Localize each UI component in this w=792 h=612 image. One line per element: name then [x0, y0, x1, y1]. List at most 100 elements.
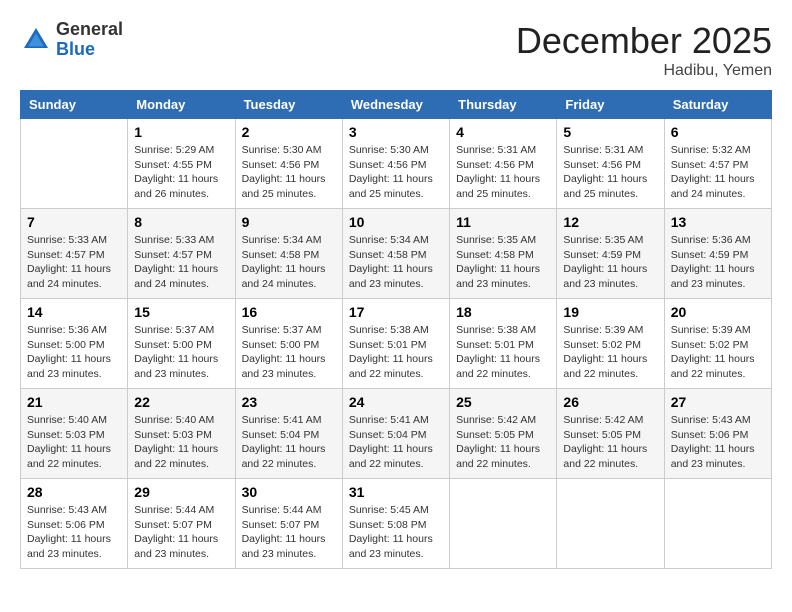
day-number: 1 — [134, 124, 228, 140]
calendar-cell — [21, 119, 128, 209]
calendar-cell: 28 Sunrise: 5:43 AMSunset: 5:06 PMDayligh… — [21, 479, 128, 569]
day-number: 2 — [242, 124, 336, 140]
day-number: 28 — [27, 484, 121, 500]
day-number: 23 — [242, 394, 336, 410]
day-number: 8 — [134, 214, 228, 230]
day-number: 25 — [456, 394, 550, 410]
col-monday: Monday — [128, 91, 235, 119]
calendar-cell: 7 Sunrise: 5:33 AMSunset: 4:57 PMDaylight… — [21, 209, 128, 299]
page-container: General Blue December 2025 Hadibu, Yemen… — [20, 20, 772, 569]
col-thursday: Thursday — [450, 91, 557, 119]
day-info: Sunrise: 5:31 AMSunset: 4:56 PMDaylight:… — [563, 143, 657, 202]
col-friday: Friday — [557, 91, 664, 119]
day-info: Sunrise: 5:39 AMSunset: 5:02 PMDaylight:… — [563, 323, 657, 382]
calendar-cell: 9Sunrise: 5:34 AMSunset: 4:58 PMDaylight… — [235, 209, 342, 299]
day-info: Sunrise: 5:33 AMSunset: 4:57 PMDaylight:… — [27, 233, 121, 292]
day-number: 18 — [456, 304, 550, 320]
calendar-cell: 10 Sunrise: 5:34 AMSunset: 4:58 PMDayligh… — [342, 209, 449, 299]
header: General Blue December 2025 Hadibu, Yemen — [20, 20, 772, 80]
calendar-cell: 19 Sunrise: 5:39 AMSunset: 5:02 PMDayligh… — [557, 299, 664, 389]
day-info: Sunrise: 5:38 AMSunset: 5:01 PMDaylight:… — [456, 323, 550, 382]
day-number: 21 — [27, 394, 121, 410]
day-number: 12 — [563, 214, 657, 230]
day-info: Sunrise: 5:44 AMSunset: 5:07 PMDaylight:… — [242, 503, 336, 562]
calendar-cell: 31Sunrise: 5:45 AMSunset: 5:08 PMDayligh… — [342, 479, 449, 569]
calendar-cell: 29Sunrise: 5:44 AMSunset: 5:07 PMDayligh… — [128, 479, 235, 569]
day-number: 17 — [349, 304, 443, 320]
calendar-week-row: 14 Sunrise: 5:36 AMSunset: 5:00 PMDayligh… — [21, 299, 772, 389]
calendar-cell: 22 Sunrise: 5:40 AMSunset: 5:03 PMDayligh… — [128, 389, 235, 479]
calendar-cell: 11Sunrise: 5:35 AMSunset: 4:58 PMDayligh… — [450, 209, 557, 299]
day-info: Sunrise: 5:42 AMSunset: 5:05 PMDaylight:… — [456, 413, 550, 472]
col-wednesday: Wednesday — [342, 91, 449, 119]
day-number: 10 — [349, 214, 443, 230]
calendar-cell: 30 Sunrise: 5:44 AMSunset: 5:07 PMDayligh… — [235, 479, 342, 569]
calendar-week-row: 7 Sunrise: 5:33 AMSunset: 4:57 PMDaylight… — [21, 209, 772, 299]
calendar-cell: 14 Sunrise: 5:36 AMSunset: 5:00 PMDayligh… — [21, 299, 128, 389]
calendar-cell — [557, 479, 664, 569]
month-title: December 2025 — [516, 20, 772, 62]
calendar-body: 1 Sunrise: 5:29 AMSunset: 4:55 PMDaylight… — [21, 119, 772, 569]
calendar-cell: 5 Sunrise: 5:31 AMSunset: 4:56 PMDaylight… — [557, 119, 664, 209]
calendar-cell: 20Sunrise: 5:39 AMSunset: 5:02 PMDayligh… — [664, 299, 771, 389]
calendar-cell: 2Sunrise: 5:30 AMSunset: 4:56 PMDaylight… — [235, 119, 342, 209]
calendar-cell: 15Sunrise: 5:37 AMSunset: 5:00 PMDayligh… — [128, 299, 235, 389]
logo-general-text: General — [56, 19, 123, 39]
day-info: Sunrise: 5:45 AMSunset: 5:08 PMDaylight:… — [349, 503, 443, 562]
day-number: 6 — [671, 124, 765, 140]
location: Hadibu, Yemen — [516, 62, 772, 80]
day-number: 14 — [27, 304, 121, 320]
day-info: Sunrise: 5:41 AMSunset: 5:04 PMDaylight:… — [349, 413, 443, 472]
calendar-week-row: 1 Sunrise: 5:29 AMSunset: 4:55 PMDaylight… — [21, 119, 772, 209]
calendar-cell: 12 Sunrise: 5:35 AMSunset: 4:59 PMDayligh… — [557, 209, 664, 299]
calendar-cell: 26Sunrise: 5:42 AMSunset: 5:05 PMDayligh… — [557, 389, 664, 479]
day-number: 20 — [671, 304, 765, 320]
day-number: 30 — [242, 484, 336, 500]
col-saturday: Saturday — [664, 91, 771, 119]
day-info: Sunrise: 5:43 AMSunset: 5:06 PMDaylight:… — [27, 503, 121, 562]
calendar-week-row: 28 Sunrise: 5:43 AMSunset: 5:06 PMDayligh… — [21, 479, 772, 569]
calendar-cell — [664, 479, 771, 569]
calendar-cell: 24 Sunrise: 5:41 AMSunset: 5:04 PMDayligh… — [342, 389, 449, 479]
calendar-table: Sunday Monday Tuesday Wednesday Thursday… — [20, 90, 772, 569]
day-info: Sunrise: 5:35 AMSunset: 4:59 PMDaylight:… — [563, 233, 657, 292]
day-number: 7 — [27, 214, 121, 230]
day-number: 15 — [134, 304, 228, 320]
day-info: Sunrise: 5:40 AMSunset: 5:03 PMDaylight:… — [134, 413, 228, 472]
calendar-cell: 21 Sunrise: 5:40 AMSunset: 5:03 PMDayligh… — [21, 389, 128, 479]
logo: General Blue — [20, 20, 123, 60]
calendar-cell: 8 Sunrise: 5:33 AMSunset: 4:57 PMDaylight… — [128, 209, 235, 299]
calendar-cell: 4 Sunrise: 5:31 AMSunset: 4:56 PMDaylight… — [450, 119, 557, 209]
calendar-cell: 6 Sunrise: 5:32 AMSunset: 4:57 PMDaylight… — [664, 119, 771, 209]
day-number: 16 — [242, 304, 336, 320]
calendar-cell: 1 Sunrise: 5:29 AMSunset: 4:55 PMDaylight… — [128, 119, 235, 209]
calendar-header-row: Sunday Monday Tuesday Wednesday Thursday… — [21, 91, 772, 119]
day-number: 27 — [671, 394, 765, 410]
day-info: Sunrise: 5:40 AMSunset: 5:03 PMDaylight:… — [27, 413, 121, 472]
calendar-cell: 3Sunrise: 5:30 AMSunset: 4:56 PMDaylight… — [342, 119, 449, 209]
day-info: Sunrise: 5:32 AMSunset: 4:57 PMDaylight:… — [671, 143, 765, 202]
day-info: Sunrise: 5:37 AMSunset: 5:00 PMDaylight:… — [242, 323, 336, 382]
calendar-cell: 16 Sunrise: 5:37 AMSunset: 5:00 PMDayligh… — [235, 299, 342, 389]
day-info: Sunrise: 5:35 AMSunset: 4:58 PMDaylight:… — [456, 233, 550, 292]
day-info: Sunrise: 5:34 AMSunset: 4:58 PMDaylight:… — [349, 233, 443, 292]
calendar-cell: 17 Sunrise: 5:38 AMSunset: 5:01 PMDayligh… — [342, 299, 449, 389]
day-info: Sunrise: 5:36 AMSunset: 4:59 PMDaylight:… — [671, 233, 765, 292]
day-info: Sunrise: 5:29 AMSunset: 4:55 PMDaylight:… — [134, 143, 228, 202]
day-number: 13 — [671, 214, 765, 230]
day-info: Sunrise: 5:31 AMSunset: 4:56 PMDaylight:… — [456, 143, 550, 202]
day-number: 24 — [349, 394, 443, 410]
day-number: 22 — [134, 394, 228, 410]
day-info: Sunrise: 5:34 AMSunset: 4:58 PMDaylight:… — [242, 233, 336, 292]
col-sunday: Sunday — [21, 91, 128, 119]
calendar-cell: 18 Sunrise: 5:38 AMSunset: 5:01 PMDayligh… — [450, 299, 557, 389]
day-number: 4 — [456, 124, 550, 140]
day-info: Sunrise: 5:38 AMSunset: 5:01 PMDaylight:… — [349, 323, 443, 382]
day-info: Sunrise: 5:42 AMSunset: 5:05 PMDaylight:… — [563, 413, 657, 472]
calendar-cell: 27Sunrise: 5:43 AMSunset: 5:06 PMDayligh… — [664, 389, 771, 479]
day-info: Sunrise: 5:33 AMSunset: 4:57 PMDaylight:… — [134, 233, 228, 292]
col-tuesday: Tuesday — [235, 91, 342, 119]
day-number: 19 — [563, 304, 657, 320]
day-number: 5 — [563, 124, 657, 140]
day-info: Sunrise: 5:36 AMSunset: 5:00 PMDaylight:… — [27, 323, 121, 382]
